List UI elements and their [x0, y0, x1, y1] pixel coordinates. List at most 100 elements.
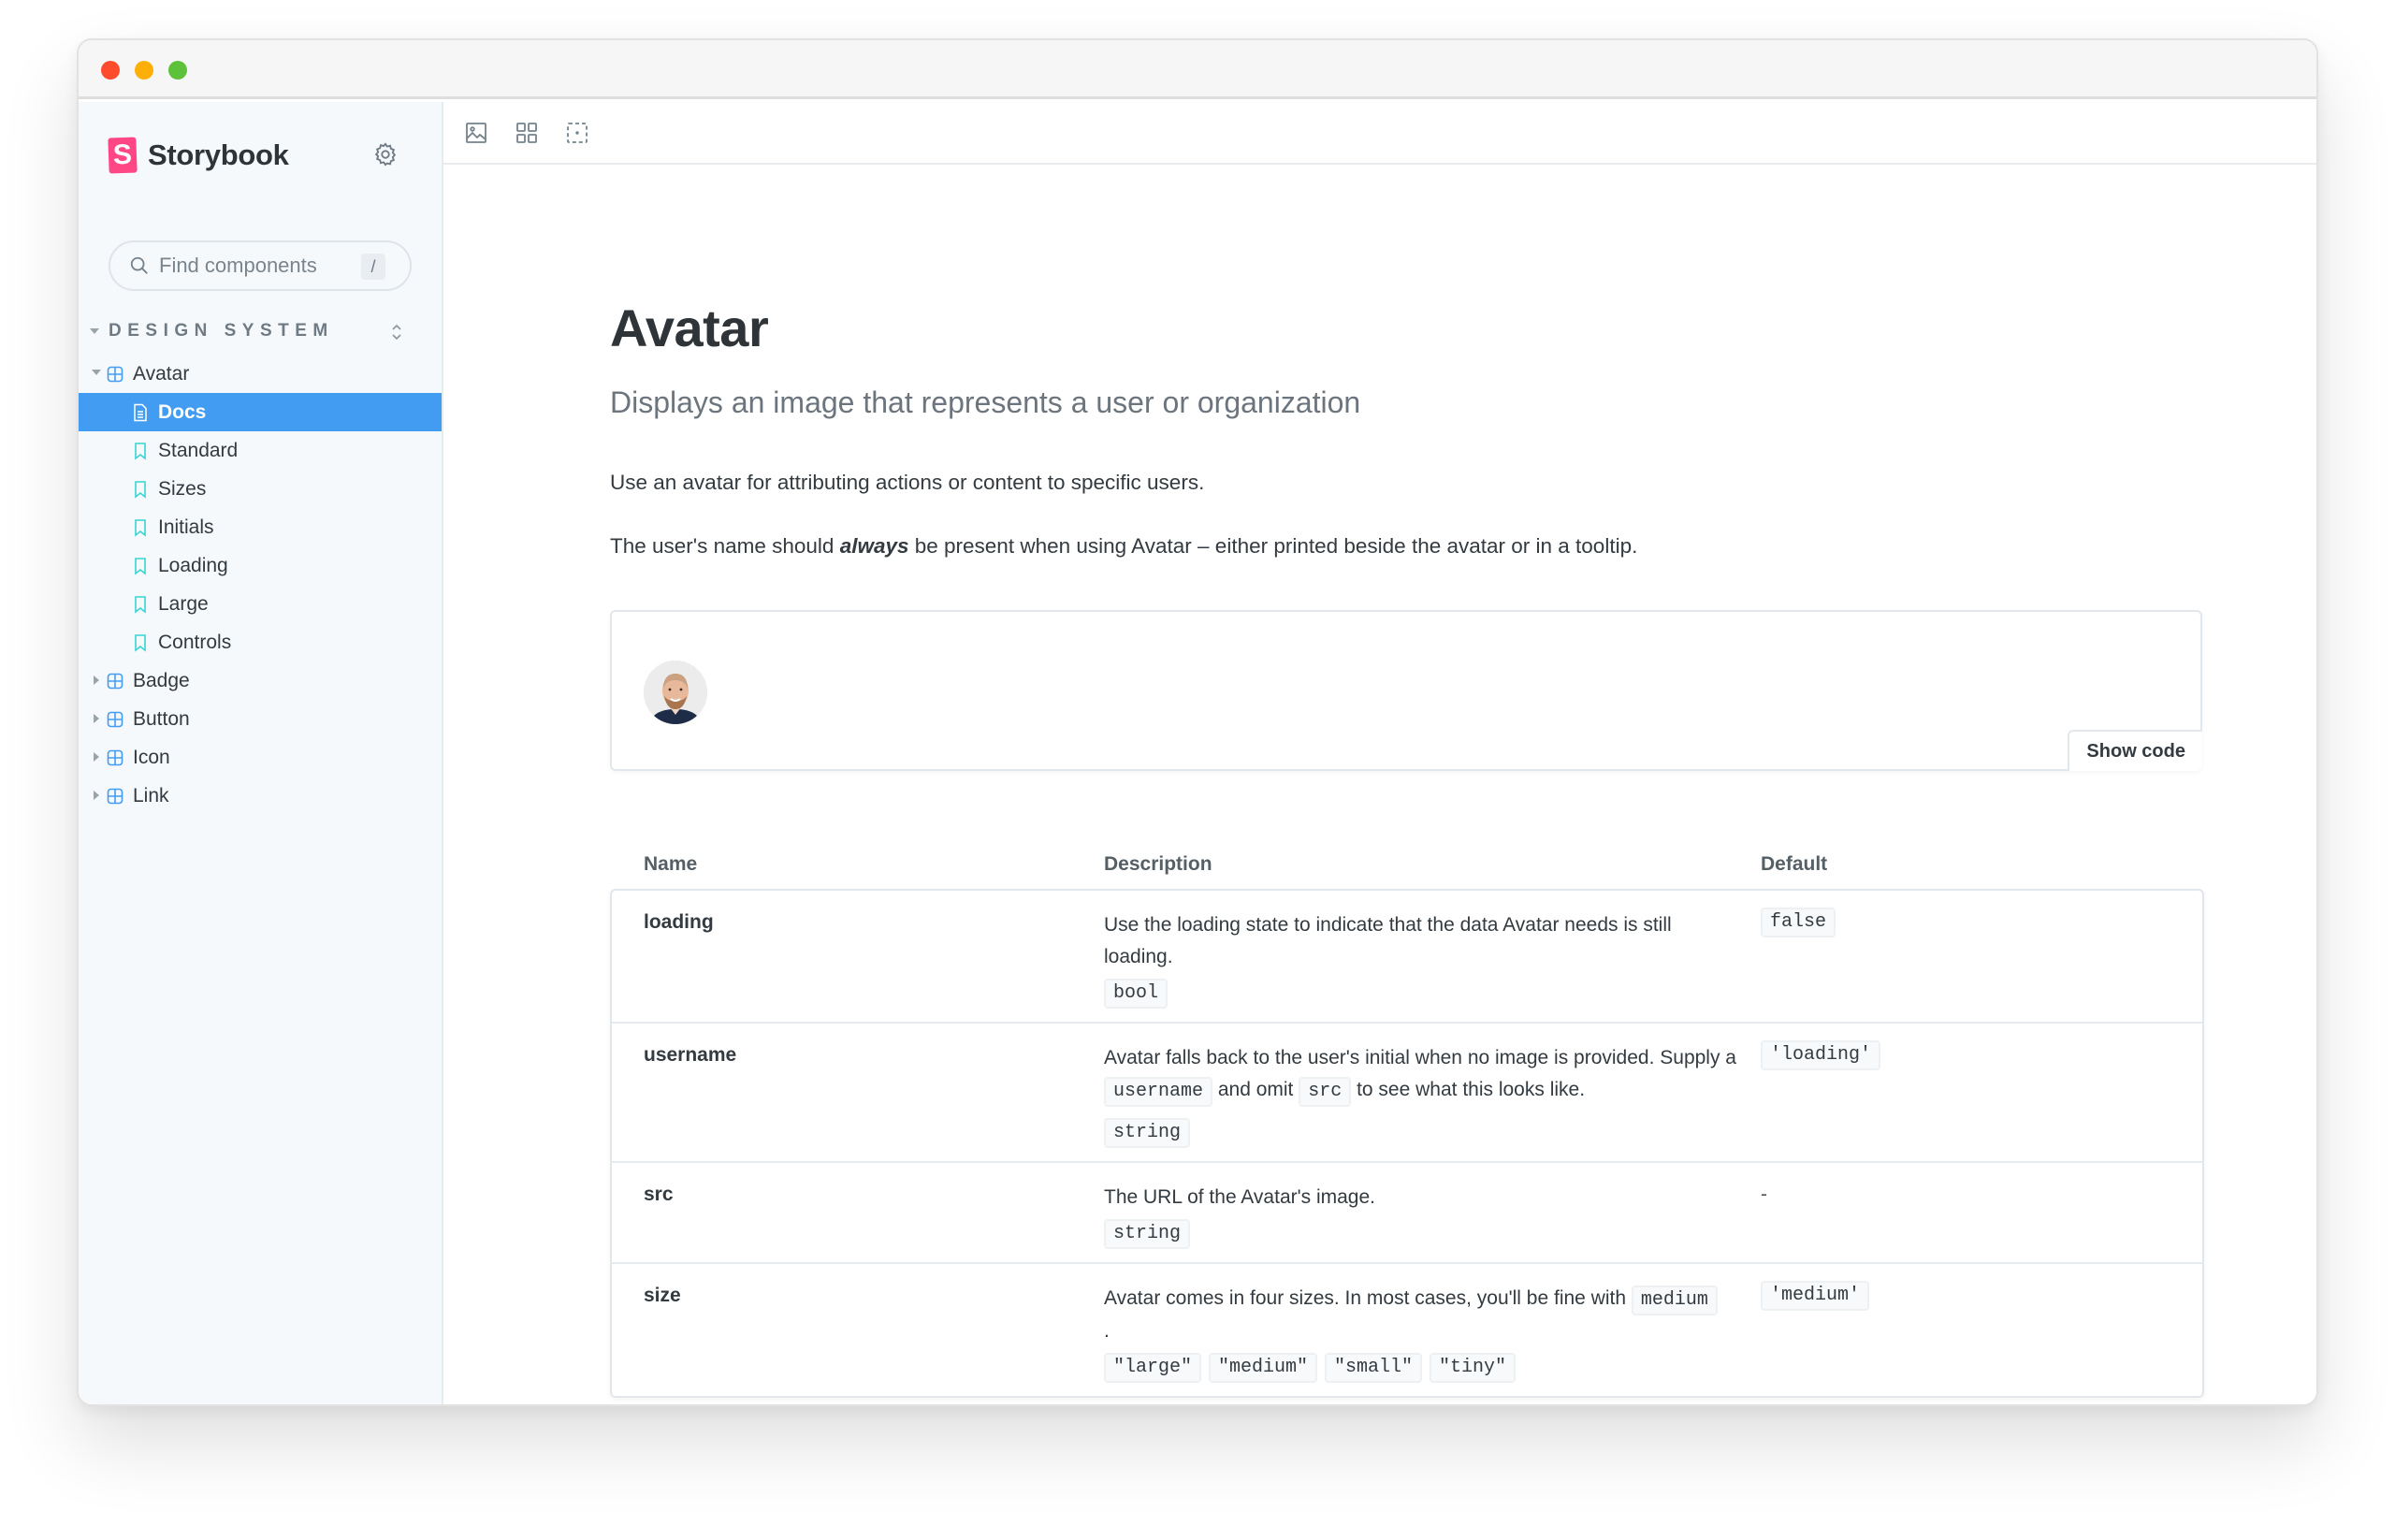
browser-window: S Storybook / DESIGN SYSTEM — [77, 38, 2318, 1406]
minimize-window-button[interactable] — [135, 61, 153, 80]
sidebar-item-label: Icon — [133, 746, 170, 768]
arg-description: Use the loading state to indicate that t… — [1104, 891, 1721, 1022]
text: . — [1104, 1320, 1110, 1342]
sidebar-item-badge[interactable]: Badge — [79, 661, 442, 700]
sidebar-item-loading[interactable]: Loading — [79, 546, 442, 585]
expand-collapse-icon[interactable] — [389, 321, 404, 343]
sidebar-item-label: Avatar — [133, 362, 190, 385]
text: Avatar comes in four sizes. In most case… — [1104, 1287, 1632, 1309]
toggle-background-button[interactable] — [464, 121, 488, 145]
sidebar-item-large[interactable]: Large — [79, 585, 442, 623]
gear-icon[interactable] — [372, 141, 399, 167]
sidebar: S Storybook / DESIGN SYSTEM — [79, 102, 443, 1404]
title-bar — [79, 40, 2316, 99]
arg-name: loading — [644, 911, 714, 933]
inline-code: username — [1104, 1077, 1213, 1107]
column-header-description: Description — [1104, 853, 1212, 875]
brand[interactable]: S Storybook — [108, 137, 289, 174]
bookmark-icon — [135, 558, 146, 575]
sidebar-item-standard[interactable]: Standard — [79, 431, 442, 470]
description-paragraph: Use an avatar for attributing actions or… — [610, 471, 1205, 494]
close-window-button[interactable] — [101, 61, 120, 80]
sidebar-item-label: Button — [133, 707, 190, 730]
table-row: loading Use the loading state to indicat… — [612, 891, 2202, 1024]
arg-description-text: Avatar falls back to the user's initial … — [1104, 1042, 1759, 1107]
table-row: src The URL of the Avatar's image. strin… — [612, 1163, 2202, 1264]
search-field[interactable]: / — [109, 240, 412, 291]
docs-content: Avatar Displays an image that represents… — [443, 167, 2316, 1404]
arg-default-value: 'loading' — [1761, 1040, 1881, 1070]
sidebar-item-label: Initials — [158, 516, 214, 538]
sidebar-item-label: Large — [158, 592, 209, 615]
arg-default: - — [1761, 1184, 1767, 1205]
bookmark-icon — [135, 443, 146, 460]
sidebar-item-sizes[interactable]: Sizes — [79, 470, 442, 508]
sidebar-item-link[interactable]: Link — [79, 777, 442, 815]
caret-right-icon — [94, 714, 99, 723]
caret-down-icon — [90, 328, 99, 334]
page-title: Avatar — [610, 298, 769, 357]
component-icon — [107, 788, 123, 805]
show-code-button[interactable]: Show code — [2068, 730, 2202, 771]
document-icon — [134, 403, 147, 422]
outline-icon — [567, 123, 588, 143]
search-input[interactable] — [159, 254, 356, 278]
emphasis-text: always — [839, 534, 909, 558]
arg-description-text: Use the loading state to indicate that t… — [1104, 914, 1672, 967]
column-header-name: Name — [644, 853, 698, 875]
table-row: username Avatar falls back to the user's… — [612, 1024, 2202, 1163]
arg-type: bool — [1104, 979, 1168, 1009]
column-header-default: Default — [1761, 853, 1828, 875]
arg-option: "tiny" — [1430, 1353, 1517, 1383]
bookmark-icon — [135, 519, 146, 537]
arg-option: "medium" — [1209, 1353, 1318, 1383]
arg-description-text: Avatar comes in four sizes. In most case… — [1104, 1283, 1721, 1347]
text: and omit — [1212, 1079, 1299, 1100]
sidebar-item-icon[interactable]: Icon — [79, 738, 442, 777]
sidebar-item-label: Link — [133, 784, 169, 806]
search-icon — [130, 256, 148, 274]
inline-code: src — [1299, 1077, 1352, 1107]
group-design-system[interactable]: DESIGN SYSTEM — [90, 317, 427, 345]
bookmark-icon — [135, 634, 146, 652]
bookmark-icon — [135, 481, 146, 499]
sidebar-item-avatar[interactable]: Avatar — [79, 355, 442, 393]
preview-toolbar — [443, 102, 2316, 165]
sidebar-item-label: Loading — [158, 554, 228, 576]
image-icon — [466, 123, 486, 143]
caret-down-icon — [92, 370, 101, 375]
sidebar-item-initials[interactable]: Initials — [79, 508, 442, 546]
user-photo — [644, 661, 707, 724]
arg-description: Avatar falls back to the user's initial … — [1104, 1024, 1759, 1161]
text: be present when using Avatar – either pr… — [908, 534, 1638, 558]
grid-icon — [516, 123, 537, 143]
sidebar-item-label: Docs — [158, 400, 207, 423]
maximize-window-button[interactable] — [168, 61, 187, 80]
arg-type: string — [1104, 1219, 1191, 1249]
text: The user's name should — [610, 534, 840, 558]
component-icon — [107, 673, 123, 690]
sidebar-item-docs[interactable]: Docs — [79, 393, 442, 431]
arg-option: "large" — [1104, 1353, 1202, 1383]
sidebar-item-label: Badge — [133, 669, 190, 691]
text: to see what this looks like. — [1351, 1079, 1586, 1100]
toggle-outline-button[interactable] — [565, 121, 589, 145]
arg-name: src — [644, 1184, 674, 1205]
arg-description-text: The URL of the Avatar's image. — [1104, 1186, 1375, 1208]
args-table-header: Name Description Default — [610, 840, 2204, 889]
sidebar-item-button[interactable]: Button — [79, 700, 442, 738]
caret-right-icon — [94, 752, 99, 762]
avatar — [644, 661, 707, 724]
toggle-grid-button[interactable] — [515, 121, 539, 145]
arg-default: 'medium' — [1761, 1281, 1870, 1311]
arg-name: username — [644, 1044, 737, 1066]
arg-option: "small" — [1325, 1353, 1423, 1383]
sidebar-item-controls[interactable]: Controls — [79, 623, 442, 661]
component-icon — [107, 749, 123, 766]
bookmark-icon — [135, 596, 146, 614]
sidebar-item-label: Standard — [158, 439, 239, 461]
sidebar-item-label: Sizes — [158, 477, 207, 500]
arg-description: The URL of the Avatar's image. string — [1104, 1163, 1721, 1262]
story-preview: Show code — [610, 610, 2202, 771]
arg-default-value: 'medium' — [1761, 1281, 1870, 1311]
